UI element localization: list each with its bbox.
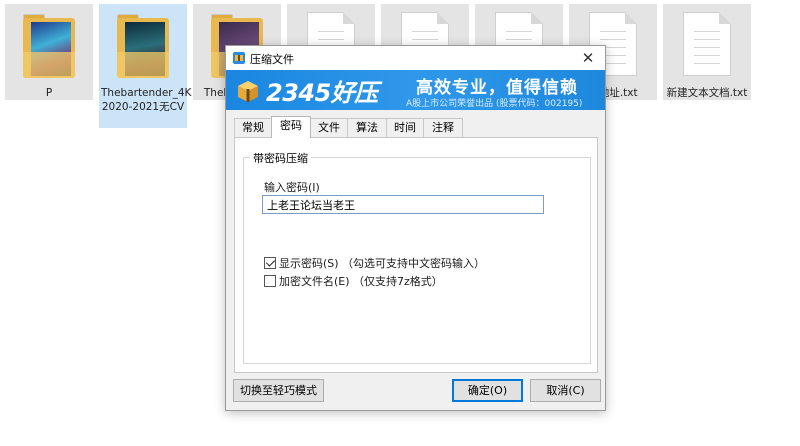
group-title: 带密码压缩 (250, 150, 311, 166)
tab-comment[interactable]: 注释 (423, 118, 463, 137)
tab-password[interactable]: 密码 (271, 116, 311, 138)
folder-icon (115, 12, 171, 80)
password-input[interactable] (262, 195, 544, 214)
encrypt-filenames-label: 加密文件名(E) （仅支持7z格式） (279, 275, 443, 288)
encrypt-filenames-checkbox[interactable] (264, 275, 276, 287)
show-password-option[interactable]: 显示密码(S) （勾选可支持中文密码输入） (264, 255, 485, 271)
ok-button[interactable]: 确定(O) (452, 379, 523, 402)
brand-banner: 2345好压 高效专业，值得信赖 A股上市公司荣誉出品 (股票代码：002195… (226, 70, 605, 110)
password-panel: 带密码压缩 输入密码(I) 显示密码(S) （勾选可支持中文密码输入） 加密文件… (234, 137, 598, 373)
dialog-title: 压缩文件 (250, 53, 294, 66)
password-label: 输入密码(I) (264, 181, 320, 194)
haozip-app-icon (233, 52, 245, 64)
tab-general[interactable]: 常规 (234, 118, 272, 137)
tab-files[interactable]: 文件 (310, 118, 348, 137)
desktop-item-label: 新建文本文档.txt (666, 87, 748, 99)
compress-dialog: 压缩文件 ✕ 2345好压 高效专业，值得信赖 A股上市公司荣誉出品 (股票代码… (225, 45, 606, 411)
desktop-file-new-text-doc[interactable]: 新建文本文档.txt (663, 4, 751, 100)
lite-mode-button[interactable]: 切换至轻巧模式 (233, 379, 324, 402)
tab-time[interactable]: 时间 (386, 118, 424, 137)
show-password-checkbox[interactable] (264, 257, 276, 269)
close-button[interactable]: ✕ (571, 46, 605, 70)
desktop-folder-thebartender[interactable]: Thebartender_4K 2020-2021无CV (99, 4, 192, 128)
dialog-titlebar[interactable]: 压缩文件 ✕ (226, 46, 605, 70)
archive-box-icon (238, 81, 258, 102)
text-file-icon (683, 12, 731, 76)
close-icon: ✕ (581, 49, 595, 67)
folder-icon (21, 12, 77, 80)
banner-brand: 2345好压 (266, 79, 378, 107)
banner-slogan: 高效专业，值得信赖 (416, 78, 578, 98)
banner-subtitle: A股上市公司荣誉出品 (股票代码：002195) (406, 99, 583, 109)
desktop-item-label: P (45, 87, 53, 99)
desktop-item-label: Thebartender_4K 2020-2021无CV (101, 87, 192, 113)
tab-algorithm[interactable]: 算法 (347, 118, 387, 137)
cancel-button[interactable]: 取消(C) (530, 379, 601, 402)
encrypt-filenames-option[interactable]: 加密文件名(E) （仅支持7z格式） (264, 273, 443, 289)
show-password-label: 显示密码(S) （勾选可支持中文密码输入） (279, 257, 486, 270)
desktop-folder-p[interactable]: P (5, 4, 93, 100)
